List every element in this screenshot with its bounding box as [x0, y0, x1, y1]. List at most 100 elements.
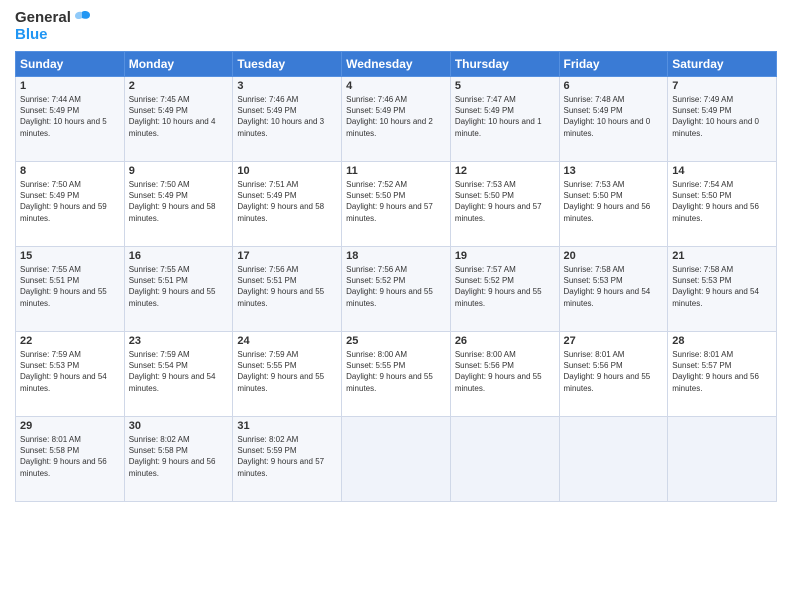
day-number: 20: [564, 250, 664, 262]
calendar-page: General Blue SundayMondayTuesdayWednesda…: [0, 0, 792, 612]
calendar-cell: 16 Sunrise: 7:55 AMSunset: 5:51 PMDaylig…: [124, 247, 233, 332]
day-number: 10: [237, 165, 337, 177]
day-number: 18: [346, 250, 446, 262]
day-info: Sunrise: 7:55 AMSunset: 5:51 PMDaylight:…: [20, 265, 107, 308]
day-number: 4: [346, 80, 446, 92]
day-info: Sunrise: 8:02 AMSunset: 5:58 PMDaylight:…: [129, 435, 216, 478]
calendar-cell: 4 Sunrise: 7:46 AMSunset: 5:49 PMDayligh…: [342, 77, 451, 162]
day-info: Sunrise: 7:58 AMSunset: 5:53 PMDaylight:…: [564, 265, 651, 308]
calendar-cell: 11 Sunrise: 7:52 AMSunset: 5:50 PMDaylig…: [342, 162, 451, 247]
day-info: Sunrise: 8:00 AMSunset: 5:56 PMDaylight:…: [455, 350, 542, 393]
day-info: Sunrise: 7:50 AMSunset: 5:49 PMDaylight:…: [129, 180, 216, 223]
logo-text: General Blue: [15, 10, 91, 43]
calendar-cell: 6 Sunrise: 7:48 AMSunset: 5:49 PMDayligh…: [559, 77, 668, 162]
day-number: 12: [455, 165, 555, 177]
weekday-header: Wednesday: [342, 52, 451, 77]
day-info: Sunrise: 7:46 AMSunset: 5:49 PMDaylight:…: [237, 95, 324, 138]
day-info: Sunrise: 7:59 AMSunset: 5:54 PMDaylight:…: [129, 350, 216, 393]
day-number: 13: [564, 165, 664, 177]
logo: General Blue: [15, 10, 91, 43]
calendar-body: 1 Sunrise: 7:44 AMSunset: 5:49 PMDayligh…: [16, 77, 777, 502]
day-number: 1: [20, 80, 120, 92]
calendar-cell: 2 Sunrise: 7:45 AMSunset: 5:49 PMDayligh…: [124, 77, 233, 162]
weekday-row: SundayMondayTuesdayWednesdayThursdayFrid…: [16, 52, 777, 77]
day-info: Sunrise: 8:01 AMSunset: 5:56 PMDaylight:…: [564, 350, 651, 393]
day-info: Sunrise: 7:53 AMSunset: 5:50 PMDaylight:…: [455, 180, 542, 223]
day-number: 28: [672, 335, 772, 347]
calendar-cell: 22 Sunrise: 7:59 AMSunset: 5:53 PMDaylig…: [16, 332, 125, 417]
calendar-cell: [450, 417, 559, 502]
calendar-cell: 28 Sunrise: 8:01 AMSunset: 5:57 PMDaylig…: [668, 332, 777, 417]
day-number: 5: [455, 80, 555, 92]
calendar-cell: 5 Sunrise: 7:47 AMSunset: 5:49 PMDayligh…: [450, 77, 559, 162]
day-number: 19: [455, 250, 555, 262]
day-info: Sunrise: 8:02 AMSunset: 5:59 PMDaylight:…: [237, 435, 324, 478]
header: General Blue: [15, 10, 777, 43]
day-info: Sunrise: 7:52 AMSunset: 5:50 PMDaylight:…: [346, 180, 433, 223]
calendar-cell: 19 Sunrise: 7:57 AMSunset: 5:52 PMDaylig…: [450, 247, 559, 332]
calendar-cell: [668, 417, 777, 502]
calendar-cell: 15 Sunrise: 7:55 AMSunset: 5:51 PMDaylig…: [16, 247, 125, 332]
day-number: 6: [564, 80, 664, 92]
day-info: Sunrise: 7:49 AMSunset: 5:49 PMDaylight:…: [672, 95, 759, 138]
calendar-cell: 21 Sunrise: 7:58 AMSunset: 5:53 PMDaylig…: [668, 247, 777, 332]
day-number: 29: [20, 420, 120, 432]
day-info: Sunrise: 8:01 AMSunset: 5:57 PMDaylight:…: [672, 350, 759, 393]
day-info: Sunrise: 7:58 AMSunset: 5:53 PMDaylight:…: [672, 265, 759, 308]
day-info: Sunrise: 7:47 AMSunset: 5:49 PMDaylight:…: [455, 95, 542, 138]
calendar-cell: 26 Sunrise: 8:00 AMSunset: 5:56 PMDaylig…: [450, 332, 559, 417]
weekday-header: Tuesday: [233, 52, 342, 77]
day-number: 17: [237, 250, 337, 262]
calendar-cell: 9 Sunrise: 7:50 AMSunset: 5:49 PMDayligh…: [124, 162, 233, 247]
day-number: 11: [346, 165, 446, 177]
day-number: 30: [129, 420, 229, 432]
day-number: 2: [129, 80, 229, 92]
weekday-header: Monday: [124, 52, 233, 77]
day-number: 14: [672, 165, 772, 177]
day-number: 25: [346, 335, 446, 347]
logo-bird-icon: [73, 10, 91, 26]
day-info: Sunrise: 8:01 AMSunset: 5:58 PMDaylight:…: [20, 435, 107, 478]
day-number: 31: [237, 420, 337, 432]
calendar-cell: 25 Sunrise: 8:00 AMSunset: 5:55 PMDaylig…: [342, 332, 451, 417]
calendar-cell: 8 Sunrise: 7:50 AMSunset: 5:49 PMDayligh…: [16, 162, 125, 247]
calendar-cell: 17 Sunrise: 7:56 AMSunset: 5:51 PMDaylig…: [233, 247, 342, 332]
weekday-header: Sunday: [16, 52, 125, 77]
day-info: Sunrise: 7:59 AMSunset: 5:53 PMDaylight:…: [20, 350, 107, 393]
day-info: Sunrise: 8:00 AMSunset: 5:55 PMDaylight:…: [346, 350, 433, 393]
calendar-cell: 13 Sunrise: 7:53 AMSunset: 5:50 PMDaylig…: [559, 162, 668, 247]
day-info: Sunrise: 7:55 AMSunset: 5:51 PMDaylight:…: [129, 265, 216, 308]
weekday-header: Saturday: [668, 52, 777, 77]
day-number: 21: [672, 250, 772, 262]
calendar-header: SundayMondayTuesdayWednesdayThursdayFrid…: [16, 52, 777, 77]
calendar-cell: 3 Sunrise: 7:46 AMSunset: 5:49 PMDayligh…: [233, 77, 342, 162]
day-info: Sunrise: 7:56 AMSunset: 5:51 PMDaylight:…: [237, 265, 324, 308]
weekday-header: Friday: [559, 52, 668, 77]
calendar-cell: 7 Sunrise: 7:49 AMSunset: 5:49 PMDayligh…: [668, 77, 777, 162]
calendar-table: SundayMondayTuesdayWednesdayThursdayFrid…: [15, 51, 777, 502]
calendar-cell: 12 Sunrise: 7:53 AMSunset: 5:50 PMDaylig…: [450, 162, 559, 247]
day-number: 24: [237, 335, 337, 347]
day-info: Sunrise: 7:59 AMSunset: 5:55 PMDaylight:…: [237, 350, 324, 393]
day-number: 15: [20, 250, 120, 262]
day-info: Sunrise: 7:51 AMSunset: 5:49 PMDaylight:…: [237, 180, 324, 223]
day-info: Sunrise: 7:44 AMSunset: 5:49 PMDaylight:…: [20, 95, 107, 138]
day-info: Sunrise: 7:50 AMSunset: 5:49 PMDaylight:…: [20, 180, 107, 223]
logo-blue: Blue: [15, 27, 91, 44]
day-number: 22: [20, 335, 120, 347]
day-info: Sunrise: 7:45 AMSunset: 5:49 PMDaylight:…: [129, 95, 216, 138]
calendar-cell: [559, 417, 668, 502]
calendar-cell: [342, 417, 451, 502]
day-info: Sunrise: 7:57 AMSunset: 5:52 PMDaylight:…: [455, 265, 542, 308]
day-number: 7: [672, 80, 772, 92]
calendar-week-row: 15 Sunrise: 7:55 AMSunset: 5:51 PMDaylig…: [16, 247, 777, 332]
calendar-cell: 31 Sunrise: 8:02 AMSunset: 5:59 PMDaylig…: [233, 417, 342, 502]
day-number: 9: [129, 165, 229, 177]
calendar-week-row: 29 Sunrise: 8:01 AMSunset: 5:58 PMDaylig…: [16, 417, 777, 502]
calendar-cell: 10 Sunrise: 7:51 AMSunset: 5:49 PMDaylig…: [233, 162, 342, 247]
calendar-cell: 18 Sunrise: 7:56 AMSunset: 5:52 PMDaylig…: [342, 247, 451, 332]
calendar-week-row: 8 Sunrise: 7:50 AMSunset: 5:49 PMDayligh…: [16, 162, 777, 247]
calendar-cell: 20 Sunrise: 7:58 AMSunset: 5:53 PMDaylig…: [559, 247, 668, 332]
day-number: 8: [20, 165, 120, 177]
day-number: 3: [237, 80, 337, 92]
